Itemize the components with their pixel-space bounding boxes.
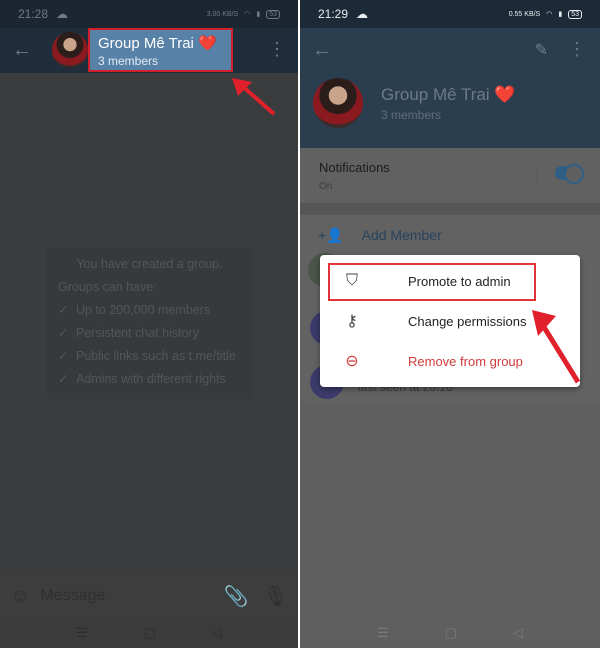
wifi-icon: ◠	[244, 11, 251, 18]
check-icon: ✓	[58, 372, 69, 386]
profile-header: ← ✎ ⋮ Group Mê Trai ❤️ 3 members	[300, 28, 600, 148]
feature-text: Persistent chat history	[76, 326, 199, 340]
group-member-count: 3 members	[98, 54, 159, 68]
home-icon[interactable]: ▢	[144, 625, 156, 641]
feature-text: Up to 200,000 members	[76, 303, 211, 317]
recents-icon[interactable]: ☰	[377, 625, 389, 641]
emoji-icon[interactable]: ☺	[10, 585, 30, 608]
group-info-screen: 21:29 ☁ 0.55 KB/S ◠ ▮ 53 ← ✎ ⋮ Group Mê Tra…	[300, 0, 600, 648]
feature-text: Admins with different rights	[76, 372, 226, 386]
divider	[537, 168, 538, 184]
section-divider	[300, 203, 600, 215]
feature-item: ✓ Up to 200,000 members	[58, 302, 241, 317]
attach-icon[interactable]: 📎	[224, 584, 249, 609]
minus-circle-icon: ⊖	[345, 353, 359, 370]
check-icon: ✓	[58, 326, 69, 340]
wifi-icon: ◠	[546, 11, 553, 18]
group-title-button[interactable]: Group Mê Trai ❤️ 3 members	[88, 28, 233, 72]
status-bar: 21:28 ☁ 3.00 KB/S ◠ ▮ 53	[0, 0, 298, 28]
system-nav-bar: ☰ ▢ ◁	[0, 617, 298, 648]
more-options-icon[interactable]: ⋮	[268, 40, 286, 58]
notifications-value: On	[319, 181, 333, 192]
red-arrow-annotation	[532, 310, 581, 384]
check-icon: ✓	[58, 303, 69, 317]
key-icon: ⚷	[346, 313, 358, 330]
edit-pencil-icon[interactable]: ✎	[535, 40, 548, 60]
add-member-button[interactable]: +👤 Add Member	[318, 227, 442, 244]
chat-header: ← Group Mê Trai ❤️ 3 members ⋮	[0, 28, 298, 73]
signal-icon: ▮	[256, 11, 261, 18]
network-speed: 3.00 KB/S	[206, 10, 239, 18]
back-arrow-icon[interactable]: ←	[12, 40, 32, 60]
cloud-icon: ☁	[356, 7, 369, 21]
cloud-icon: ☁	[56, 7, 69, 21]
red-arrow-annotation	[232, 78, 276, 116]
back-icon[interactable]: ◁	[513, 625, 523, 641]
signal-icon: ▮	[558, 11, 563, 18]
highlight-box-annotation	[328, 263, 536, 301]
menu-item-label: Remove from group	[408, 353, 523, 369]
more-options-icon[interactable]: ⋮	[568, 40, 586, 58]
group-member-count: 3 members	[381, 108, 442, 122]
feature-item: ✓ Public links such as t.me/title	[58, 348, 241, 363]
back-icon[interactable]: ◁	[212, 625, 222, 641]
feature-item: ✓ Persistent chat history	[58, 325, 241, 340]
check-icon: ✓	[58, 349, 69, 363]
chat-screen: 21:28 ☁ 3.00 KB/S ◠ ▮ 53 ← Group Mê Trai ❤️…	[0, 0, 298, 648]
battery-level: 53	[568, 9, 582, 19]
info-heading: You have created a group.	[76, 257, 223, 271]
recents-icon[interactable]: ☰	[76, 625, 88, 641]
status-time: 21:29	[318, 7, 349, 21]
menu-item-label: Change permissions	[408, 313, 527, 329]
add-user-icon: +👤	[318, 227, 344, 243]
microphone-icon[interactable]: 🎙	[263, 584, 288, 609]
message-input[interactable]: Message	[40, 587, 209, 605]
network-speed: 0.55 KB/S	[508, 10, 541, 18]
notifications-toggle[interactable]	[555, 164, 584, 184]
feature-text: Public links such as t.me/title	[76, 349, 236, 363]
system-nav-bar: ☰ ▢ ◁	[300, 617, 600, 648]
message-bar: ☺ Message 📎 🎙	[0, 575, 298, 617]
group-avatar[interactable]	[313, 78, 363, 128]
group-avatar[interactable]	[52, 32, 88, 68]
group-title: Group Mê Trai ❤️	[98, 35, 217, 52]
info-subheading: Groups can have:	[58, 280, 157, 294]
group-title: Group Mê Trai ❤️	[381, 85, 516, 104]
home-icon[interactable]: ▢	[445, 625, 457, 641]
notifications-label: Notifications	[319, 160, 390, 175]
battery-level: 53	[266, 9, 280, 19]
feature-item: ✓ Admins with different rights	[58, 371, 241, 386]
back-arrow-icon[interactable]: ←	[312, 40, 332, 60]
group-created-info: You have created a group. Groups can hav…	[46, 247, 253, 399]
status-bar: 21:29 ☁ 0.55 KB/S ◠ ▮ 53	[300, 0, 600, 28]
notifications-row[interactable]: Notifications On	[300, 148, 600, 203]
add-member-label: Add Member	[361, 227, 442, 243]
status-time: 21:28	[18, 7, 49, 21]
